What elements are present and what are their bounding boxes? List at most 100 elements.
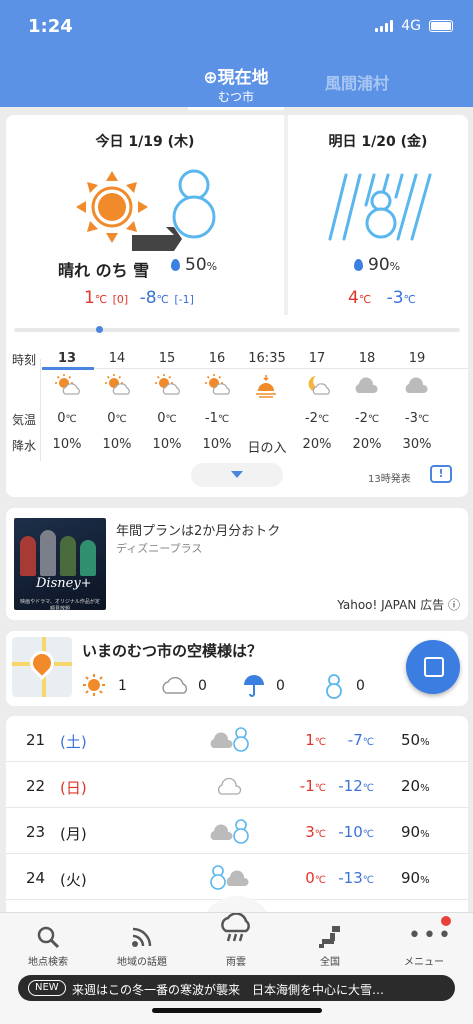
weekly-date: 21 <box>26 731 46 749</box>
label-rain: 降水 <box>12 439 37 453</box>
weekly-high: 0℃ <box>305 869 326 887</box>
status-indicators: 4G <box>375 18 453 34</box>
hour-time: 13 <box>57 351 77 366</box>
hour-rain: 10% <box>202 437 232 452</box>
cloud-snow-icon <box>210 727 249 752</box>
hour-rain: 20% <box>302 437 332 452</box>
map-thumbnail <box>12 637 72 697</box>
hour-time: 14 <box>108 351 126 366</box>
hour-rain: 10% <box>52 437 82 452</box>
weekly-low: -7℃ <box>347 731 374 749</box>
tomorrow-high: 4℃ <box>348 288 372 308</box>
weekly-high: 1℃ <box>305 731 326 749</box>
rss-icon <box>132 927 152 947</box>
snowman-icon <box>326 674 342 699</box>
weekly-low: -12℃ <box>338 777 374 795</box>
new-badge: NEW <box>28 980 66 996</box>
tomorrow-pop: 90% <box>354 255 400 275</box>
tab-current-sub: むつ市 <box>217 90 254 104</box>
info-icon: ⓘ <box>447 598 460 612</box>
tab-current-label: 現在地 <box>217 68 269 88</box>
weekly-row[interactable]: 22 (日) -1℃ -12℃ 20% <box>6 762 468 808</box>
tomorrow-title: 明日 1/20 (金) <box>328 134 428 150</box>
hour-rain: 30% <box>402 437 432 452</box>
edit-icon <box>424 657 444 677</box>
today-pop: 50% <box>171 255 217 275</box>
chevron-down-icon <box>231 471 243 478</box>
hourly-label-divider <box>40 359 41 461</box>
label-temp: 気温 <box>12 413 37 427</box>
notification-dot <box>441 916 451 926</box>
tab-current-location[interactable]: ⊕現在地 むつ市 <box>188 63 284 110</box>
hour-temp: -2℃ <box>304 411 330 426</box>
raindrop-icon <box>171 259 180 271</box>
status-time: 1:24 <box>28 16 73 37</box>
battery-icon <box>429 20 453 32</box>
tab-underline <box>188 107 284 110</box>
today-panel[interactable]: 今日 1/19 (木) 晴れ のち 雪 50% 1℃ [0] -8℃ [-1] <box>6 115 284 315</box>
tomorrow-low: -3℃ <box>386 288 416 308</box>
news-ticker[interactable]: NEW 来週はこの冬一番の寒波が襲来 日本海側を中心に大雪… <box>18 975 455 1001</box>
expand-hourly-button[interactable] <box>191 463 283 487</box>
weekly-date: 24 <box>26 869 46 887</box>
ad-label[interactable]: Yahoo! JAPAN 広告 ⓘ <box>337 596 460 613</box>
ad-title[interactable]: 年間プランは2か月分おトク <box>116 520 280 539</box>
hour-time: 17 <box>308 351 326 366</box>
hour-temp: 0℃ <box>57 411 77 426</box>
weekly-pop: 20% <box>401 777 430 795</box>
search-icon <box>37 926 60 949</box>
header: 1:24 4G ⊕現在地 むつ市 風間浦村 <box>0 0 473 110</box>
weekly-row[interactable]: 23 (月) 3℃ -10℃ 90% <box>6 808 468 854</box>
weekly-dow: (火) <box>60 871 87 889</box>
tomorrow-panel[interactable]: 明日 1/20 (金) 90% 4℃ -3℃ <box>288 115 468 315</box>
weekly-row[interactable]: 24 (火) 0℃ -13℃ 90% <box>6 854 468 900</box>
weekly-pop: 90% <box>401 823 430 841</box>
weekly-row[interactable]: 21 (土) 1℃ -7℃ 50% <box>6 716 468 762</box>
sky-report-card[interactable]: いまのむつ市の空模様は？ 1 0 0 0 <box>6 631 468 706</box>
network-label: 4G <box>401 18 421 34</box>
sunny-icon <box>83 674 105 696</box>
heavy-snow-icon <box>328 173 432 241</box>
ad-brand: Disney+ <box>36 576 92 591</box>
weekly-forecast: 21 (土) 1℃ -7℃ 50% 22 (日) -1℃ -12℃ 20% 23 (月) 3℃ -10℃ 9… <box>6 716 468 916</box>
hour-temp: -3℃ <box>404 411 430 426</box>
cloudy-icon <box>162 676 188 694</box>
hour-rain: 10% <box>152 437 182 452</box>
ad-card[interactable]: Disney+ 映画やドラマ、オリジナル作品が定額見放題 年間プランは2か月分お… <box>6 508 468 620</box>
hour-time: 19 <box>408 351 426 366</box>
today-high: 1℃ [0] <box>84 288 129 308</box>
sunny-cloud-icon <box>42 373 92 403</box>
snow-cloud-icon <box>210 865 249 890</box>
cloud-snow-icon <box>210 819 249 844</box>
signal-icon <box>375 20 394 32</box>
label-time: 時刻 <box>12 353 37 367</box>
weekly-date: 22 <box>26 777 46 795</box>
rain-cloud-icon <box>221 913 250 942</box>
rain-count: 0 <box>276 678 285 694</box>
hour-time: 16 <box>208 351 226 366</box>
hourly-scroll-thumb[interactable] <box>96 326 103 333</box>
issued-time: 13時発表 <box>368 474 411 485</box>
tomorrow-temps: 4℃ -3℃ <box>348 288 416 308</box>
hourly-scrollbar[interactable] <box>14 328 460 332</box>
weekly-dow: (日) <box>60 779 87 797</box>
forecast-card: 今日 1/19 (木) 晴れ のち 雪 50% 1℃ [0] -8℃ [-1] … <box>6 115 468 497</box>
sunny-cloud-icon <box>192 373 242 403</box>
feedback-icon[interactable]: ! <box>430 465 452 483</box>
hour-rain: 20% <box>352 437 382 452</box>
more-icon: ••• <box>408 923 453 948</box>
sky-report-question: いまのむつ市の空模様は？ <box>82 642 263 660</box>
weekly-pop: 50% <box>401 731 430 749</box>
post-report-button[interactable] <box>406 640 460 694</box>
sunset-icon <box>242 373 292 403</box>
cloudy-count: 0 <box>198 678 207 694</box>
sunny-then-snow-icon <box>76 169 216 251</box>
map-pin-icon <box>25 646 59 680</box>
tab-other-location[interactable]: 風間浦村 <box>325 70 389 94</box>
sunny-count: 1 <box>118 678 127 694</box>
hourly-header-line <box>42 368 468 369</box>
hour-temp: 0℃ <box>157 411 177 426</box>
ad-image[interactable]: Disney+ 映画やドラマ、オリジナル作品が定額見放題 <box>14 518 106 610</box>
cloud-icon <box>217 777 242 795</box>
cloud-icon <box>342 373 392 403</box>
